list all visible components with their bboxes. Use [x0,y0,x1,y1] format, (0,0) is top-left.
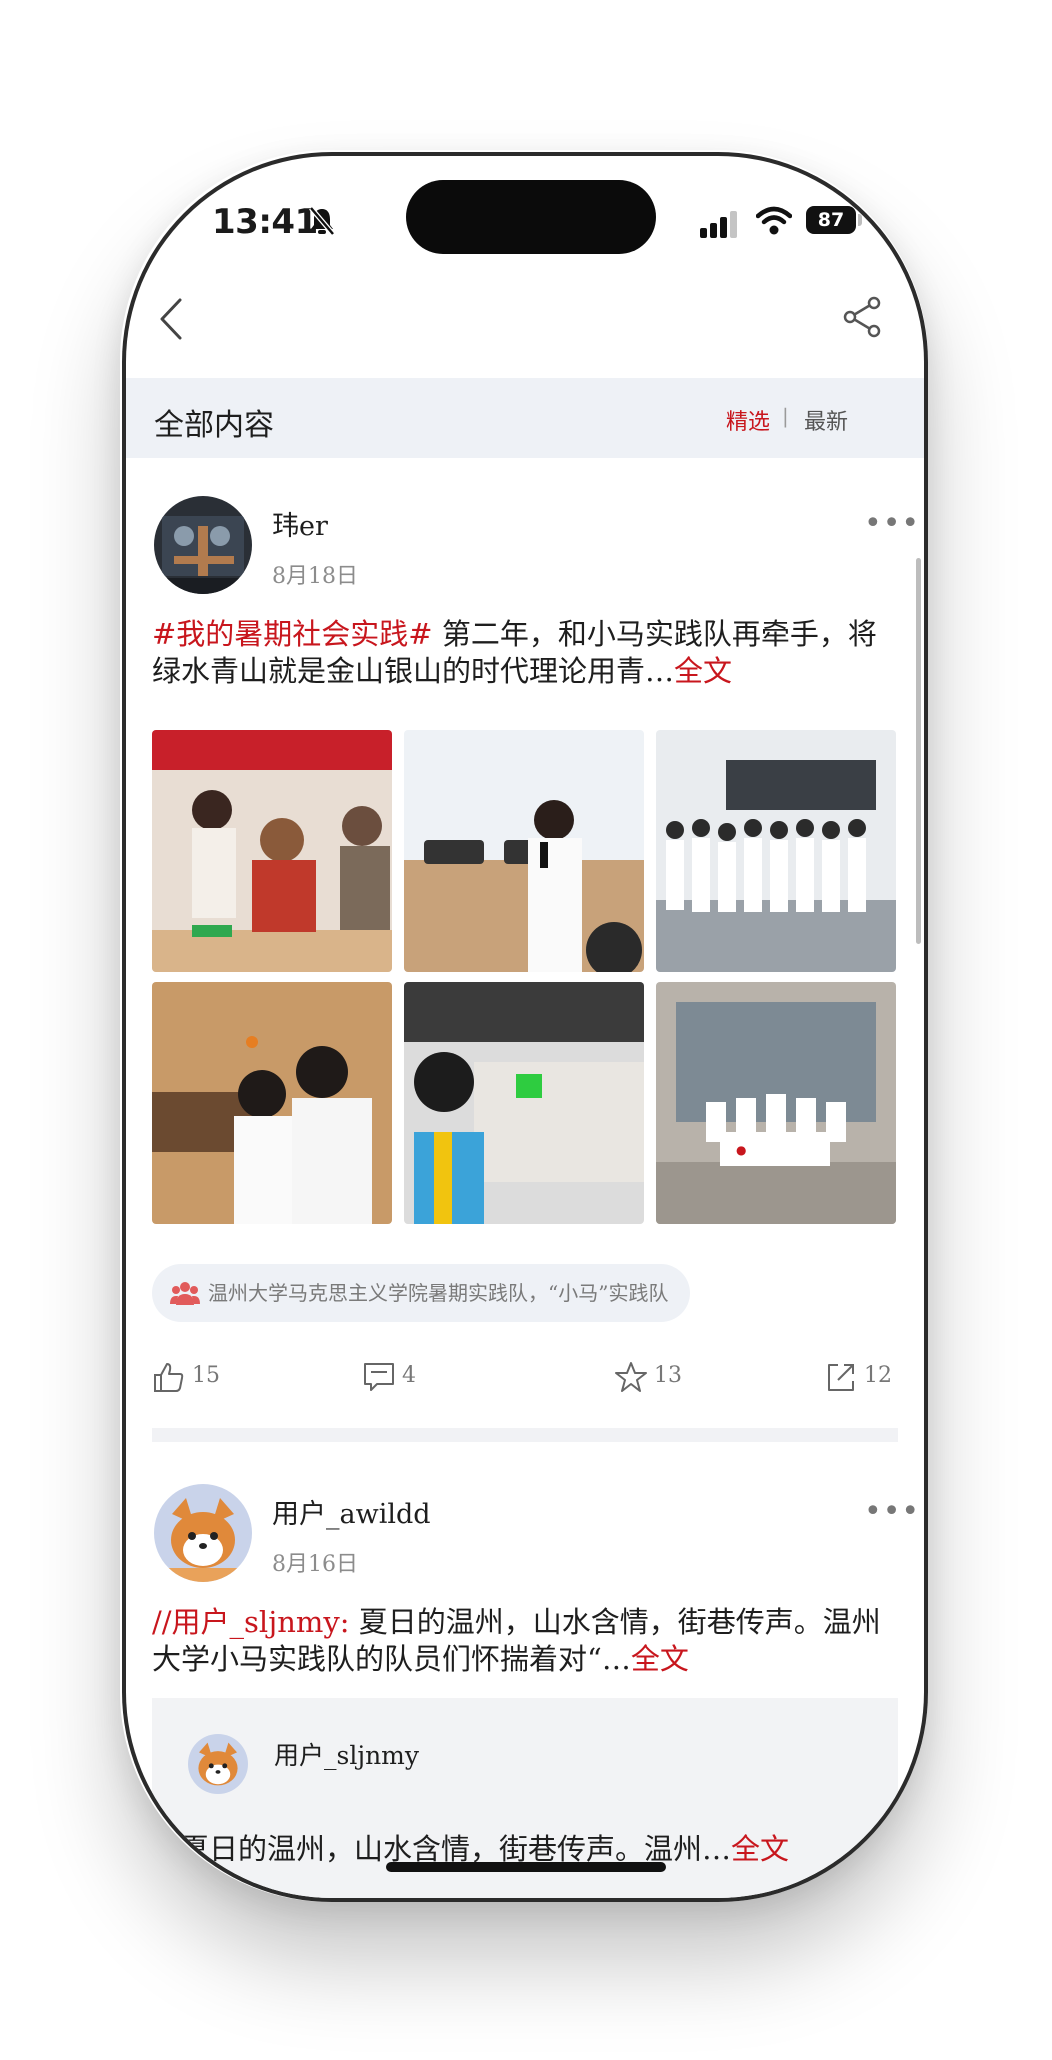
post-body: //用户_sljnmy: 夏日的温州，山水含情，街巷传声。温州大学小马实践队的队… [152,1604,900,1678]
fulltext-link[interactable]: 全文 [631,1642,689,1676]
quoted-username[interactable]: 用户_sljnmy [274,1736,419,1772]
home-indicator[interactable] [386,1862,666,1872]
post-card: 用户_awildd 8月16日 ••• //用户_sljnmy: 夏日的温州，山… [126,156,924,1898]
mention-link[interactable]: //用户_sljnmy: [152,1605,350,1639]
phone-frame: 13:41 87 全部内容 精选 | 最新 玮er 8月18日 ••• #我的暑… [122,152,928,1902]
avatar[interactable] [188,1734,248,1794]
fulltext-link[interactable]: 全文 [731,1832,789,1866]
quoted-body: 夏日的温州，山水含情，街巷传声。温州… [180,1832,732,1866]
post-date: 8月16日 [272,1552,358,1577]
avatar[interactable] [154,1484,252,1582]
app-screen: 13:41 87 全部内容 精选 | 最新 玮er 8月18日 ••• #我的暑… [126,156,924,1898]
more-icon[interactable]: ••• [864,1494,920,1529]
post-username[interactable]: 用户_awildd [272,1492,431,1531]
